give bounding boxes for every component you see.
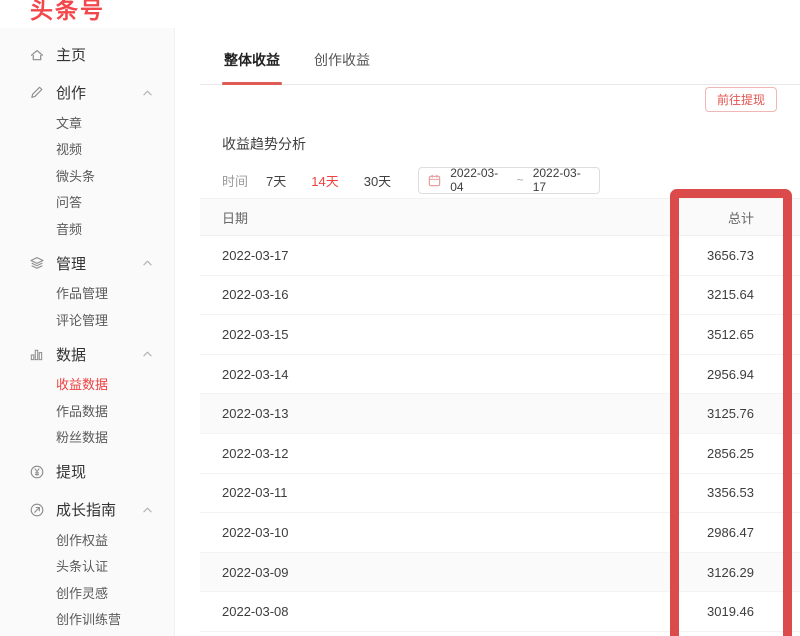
revenue-table: 日期 总计 2022-03-173656.732022-03-163215.64… bbox=[200, 198, 800, 632]
sidebar-item-label: 成长指南 bbox=[56, 499, 116, 520]
sidebar-item-creation-camp[interactable]: 创作训练营 bbox=[0, 606, 174, 633]
table-row: 2022-03-163215.64 bbox=[200, 276, 800, 316]
table-row: 2022-03-142956.94 bbox=[200, 355, 800, 395]
table-row: 2022-03-122856.25 bbox=[200, 434, 800, 474]
table-row: 2022-03-173656.73 bbox=[200, 236, 800, 276]
layers-icon bbox=[28, 255, 45, 272]
tab-creation-revenue[interactable]: 创作收益 bbox=[312, 50, 372, 84]
chevron-up-icon[interactable] bbox=[143, 507, 152, 513]
sidebar-item-creation-inspiration[interactable]: 创作灵感 bbox=[0, 579, 174, 606]
time-filter: 时间 7天 14天 30天 2022-03-04 ~ 2022-03-17 bbox=[222, 166, 600, 194]
chevron-up-icon[interactable] bbox=[143, 260, 152, 266]
sidebar-item-video[interactable]: 视频 bbox=[0, 136, 174, 163]
sidebar-item-label: 创作 bbox=[56, 82, 86, 103]
sidebar-item-label: 提现 bbox=[56, 461, 86, 482]
cell-date: 2022-03-11 bbox=[200, 485, 620, 500]
filter-option-30d[interactable]: 30天 bbox=[364, 171, 391, 190]
column-header-total: 总计 bbox=[620, 208, 800, 227]
sidebar-item-manage[interactable]: 管理 bbox=[0, 247, 174, 280]
cell-total: 3656.73 bbox=[620, 248, 800, 263]
sidebar-item-qa[interactable]: 问答 bbox=[0, 189, 174, 216]
sidebar-item-audio[interactable]: 音频 bbox=[0, 215, 174, 242]
sidebar-item-toutiao-cert[interactable]: 头条认证 bbox=[0, 553, 174, 580]
sidebar-item-article[interactable]: 文章 bbox=[0, 109, 174, 136]
cell-total: 3356.53 bbox=[620, 485, 800, 500]
cell-date: 2022-03-17 bbox=[200, 248, 620, 263]
column-header-date: 日期 bbox=[200, 208, 620, 227]
edit-icon bbox=[28, 84, 45, 101]
sidebar-item-label: 数据 bbox=[56, 344, 86, 365]
sidebar-item-weitoutiao[interactable]: 微头条 bbox=[0, 162, 174, 189]
sidebar-item-home[interactable]: 主页 bbox=[0, 38, 174, 71]
cell-total: 3126.29 bbox=[620, 565, 800, 580]
sidebar-item-growth-guide[interactable]: 成长指南 bbox=[0, 493, 174, 526]
cell-total: 2956.94 bbox=[620, 367, 800, 382]
calendar-icon bbox=[428, 174, 441, 187]
main-content: 整体收益创作收益 前往提现 收益趋势分析 时间 7天 14天 30天 2022-03… bbox=[176, 28, 800, 636]
date-range-separator: ~ bbox=[517, 173, 524, 187]
table-row: 2022-03-093126.29 bbox=[200, 553, 800, 593]
cell-date: 2022-03-09 bbox=[200, 565, 620, 580]
sidebar-item-withdraw[interactable]: 提现 bbox=[0, 455, 174, 488]
cell-total: 3215.64 bbox=[620, 287, 800, 302]
toutiao-logo: 头条号 bbox=[30, 0, 105, 25]
sidebar-item-works-data[interactable]: 作品数据 bbox=[0, 397, 174, 424]
table-header-row: 日期 总计 bbox=[200, 198, 800, 236]
cell-total: 3019.46 bbox=[620, 604, 800, 619]
sidebar-item-works-manage[interactable]: 作品管理 bbox=[0, 280, 174, 307]
cell-date: 2022-03-12 bbox=[200, 446, 620, 461]
page: 头条号 主页创作文章视频微头条问答音频管理作品管理评论管理数据收益数据作品数据粉… bbox=[0, 0, 800, 636]
go-withdraw-button[interactable]: 前往提现 bbox=[705, 87, 777, 112]
withdraw-icon bbox=[28, 463, 45, 480]
sidebar-item-create[interactable]: 创作 bbox=[0, 76, 174, 109]
cell-date: 2022-03-14 bbox=[200, 367, 620, 382]
filter-option-14d[interactable]: 14天 bbox=[311, 171, 338, 190]
tab-overall-revenue[interactable]: 整体收益 bbox=[222, 50, 282, 84]
cell-total: 2986.47 bbox=[620, 525, 800, 540]
chart-icon bbox=[28, 346, 45, 363]
table-row: 2022-03-083019.46 bbox=[200, 592, 800, 632]
sidebar-item-data[interactable]: 数据 bbox=[0, 338, 174, 371]
cell-total: 3125.76 bbox=[620, 406, 800, 421]
cell-date: 2022-03-13 bbox=[200, 406, 620, 421]
sidebar-item-label: 管理 bbox=[56, 253, 86, 274]
table-row: 2022-03-113356.53 bbox=[200, 474, 800, 514]
cell-total: 2856.25 bbox=[620, 446, 800, 461]
sidebar-item-revenue-data[interactable]: 收益数据 bbox=[0, 371, 174, 398]
cell-date: 2022-03-10 bbox=[200, 525, 620, 540]
home-icon bbox=[28, 46, 45, 63]
table-row: 2022-03-153512.65 bbox=[200, 315, 800, 355]
sidebar-item-fans-data[interactable]: 粉丝数据 bbox=[0, 424, 174, 451]
growth-icon bbox=[28, 501, 45, 518]
tab-bar: 整体收益创作收益 bbox=[200, 28, 800, 85]
filter-option-7d[interactable]: 7天 bbox=[266, 171, 286, 190]
sidebar: 主页创作文章视频微头条问答音频管理作品管理评论管理数据收益数据作品数据粉丝数据提… bbox=[0, 28, 175, 636]
cell-total: 3512.65 bbox=[620, 327, 800, 342]
top-bar: 头条号 bbox=[0, 0, 800, 28]
time-filter-label: 时间 bbox=[222, 171, 248, 190]
table-row: 2022-03-102986.47 bbox=[200, 513, 800, 553]
chevron-up-icon[interactable] bbox=[143, 90, 152, 96]
date-range-picker[interactable]: 2022-03-04 ~ 2022-03-17 bbox=[418, 167, 600, 194]
date-range-start: 2022-03-04 bbox=[450, 166, 507, 194]
cell-date: 2022-03-08 bbox=[200, 604, 620, 619]
sidebar-item-creation-rights[interactable]: 创作权益 bbox=[0, 526, 174, 553]
cell-date: 2022-03-16 bbox=[200, 287, 620, 302]
cell-date: 2022-03-15 bbox=[200, 327, 620, 342]
sidebar-item-comment-manage[interactable]: 评论管理 bbox=[0, 306, 174, 333]
chevron-up-icon[interactable] bbox=[143, 351, 152, 357]
table-row: 2022-03-133125.76 bbox=[200, 394, 800, 434]
section-title: 收益趋势分析 bbox=[222, 134, 306, 154]
date-range-end: 2022-03-17 bbox=[533, 166, 590, 194]
sidebar-item-label: 主页 bbox=[56, 44, 86, 65]
